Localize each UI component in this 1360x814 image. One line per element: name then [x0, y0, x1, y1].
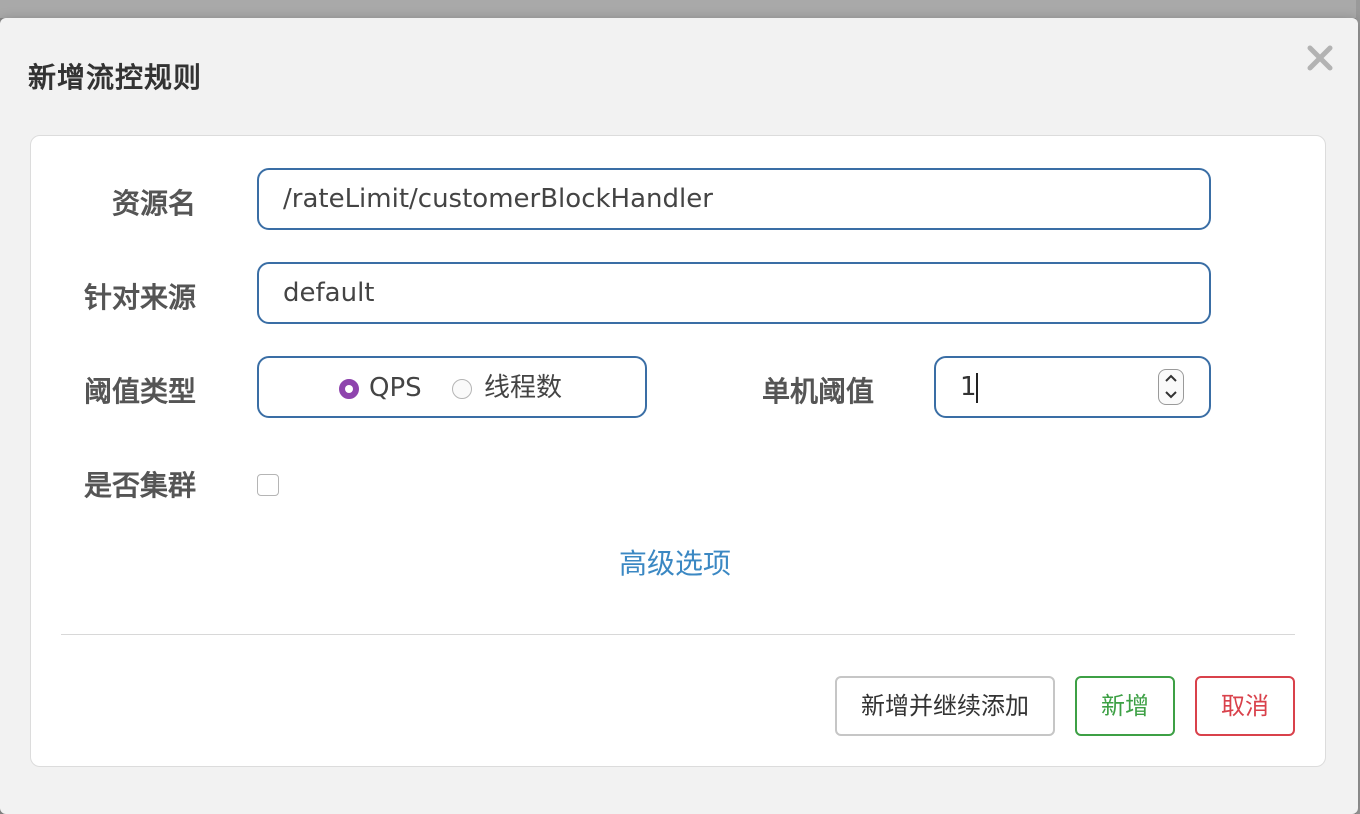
add-button[interactable]: 新增	[1075, 676, 1175, 736]
limit-source-input[interactable]: default	[257, 262, 1211, 324]
cancel-button[interactable]: 取消	[1195, 676, 1295, 736]
radio-qps[interactable]	[339, 379, 359, 399]
footer-divider	[61, 634, 1295, 635]
chevron-up-icon	[1165, 374, 1177, 382]
add-and-continue-button[interactable]: 新增并继续添加	[835, 676, 1055, 736]
spin-up-button[interactable]	[1159, 370, 1183, 387]
cluster-label: 是否集群	[83, 469, 196, 502]
number-spinner[interactable]	[1158, 369, 1184, 405]
radio-thread-count-label[interactable]: 线程数	[484, 370, 562, 406]
resource-name-input[interactable]: /rateLimit/customerBlockHandler	[257, 168, 1211, 230]
resource-name-label: 资源名	[111, 187, 196, 220]
radio-thread-count[interactable]	[452, 379, 472, 399]
threshold-type-label: 阈值类型	[83, 375, 196, 408]
advanced-options-link[interactable]: 高级选项	[619, 542, 731, 582]
close-button[interactable]	[1300, 38, 1340, 78]
chevron-down-icon	[1165, 391, 1177, 399]
single-threshold-value: 1	[960, 372, 977, 402]
single-threshold-input[interactable]: 1	[934, 356, 1211, 418]
form-panel: 资源名 /rateLimit/customerBlockHandler 针对来源…	[30, 135, 1326, 767]
close-icon	[1307, 45, 1333, 71]
single-threshold-label: 单机阈值	[761, 375, 874, 408]
cluster-checkbox[interactable]	[257, 474, 279, 496]
add-flow-rule-dialog: 新增流控规则 资源名 /rateLimit/customerBlockHandl…	[0, 18, 1358, 814]
text-caret	[976, 373, 978, 403]
radio-qps-label[interactable]: QPS	[369, 370, 422, 406]
backdrop-strip	[0, 0, 1360, 18]
spin-down-button[interactable]	[1159, 387, 1183, 404]
threshold-type-radio-group: QPS 线程数	[257, 356, 647, 418]
dialog-title: 新增流控规则	[28, 61, 203, 94]
limit-source-label: 针对来源	[83, 281, 196, 314]
